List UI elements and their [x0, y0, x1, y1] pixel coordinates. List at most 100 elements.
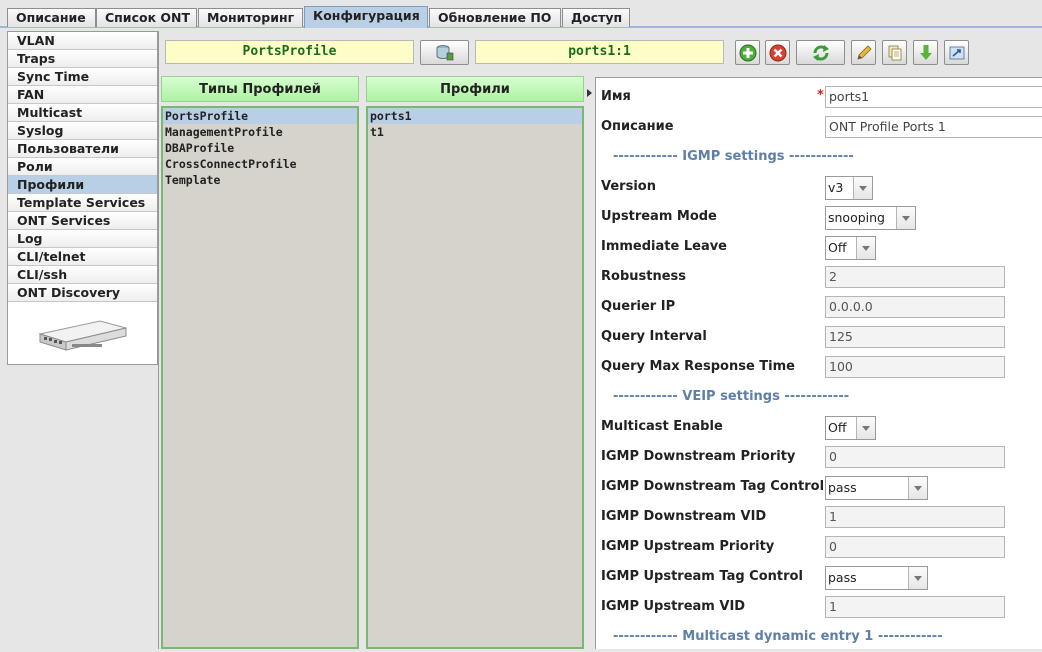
- menu-item-ont-discovery[interactable]: ONT Discovery: [8, 284, 157, 302]
- chevron-down-icon[interactable]: [908, 567, 927, 589]
- export-button[interactable]: [944, 40, 969, 65]
- igmp-us-priority-input[interactable]: 0: [825, 536, 1005, 558]
- list-item-ports-profile[interactable]: PortsProfile: [163, 108, 357, 124]
- menu-item-vlan[interactable]: VLAN: [8, 32, 157, 50]
- refresh-button[interactable]: [796, 40, 845, 65]
- olt-device-icon: [38, 320, 127, 351]
- menu-item-syslog[interactable]: Syslog: [8, 122, 157, 140]
- profile-properties: Имя * ports1 Описание ONT Profile Ports …: [595, 77, 1042, 649]
- prop-label: Query Interval: [601, 329, 707, 344]
- tab-firmware-update[interactable]: Обновление ПО: [429, 8, 561, 27]
- igmp-us-tag-select[interactable]: pass: [825, 566, 928, 590]
- edit-button[interactable]: [851, 40, 876, 65]
- database-button[interactable]: [420, 40, 469, 65]
- igmp-ds-priority-input[interactable]: 0: [825, 446, 1005, 468]
- prop-label: Query Max Response Time: [601, 359, 795, 374]
- menu-item-traps[interactable]: Traps: [8, 50, 157, 68]
- upstream-mode-select[interactable]: snooping: [825, 206, 916, 230]
- multicast-enable-select[interactable]: Off: [825, 416, 876, 440]
- igmp-ds-vid-input[interactable]: 1: [825, 506, 1005, 528]
- prop-igmp-us-vid: IGMP Upstream VID 1: [596, 592, 1042, 622]
- prop-version: Version v3: [596, 172, 1042, 202]
- export-icon: [949, 46, 964, 59]
- query-max-response-input[interactable]: 100: [825, 356, 1005, 378]
- igmp-us-tag-value: pass: [828, 570, 857, 585]
- splitter[interactable]: [587, 77, 595, 649]
- igmp-us-vid-input[interactable]: 1: [825, 596, 1005, 618]
- prop-label: Immediate Leave: [601, 239, 728, 254]
- list-item-ports1[interactable]: ports1: [368, 108, 582, 124]
- delete-button[interactable]: [765, 40, 790, 65]
- prop-igmp-ds-priority: IGMP Downstream Priority 0: [596, 442, 1042, 472]
- prop-label: Version: [601, 179, 656, 194]
- chevron-down-icon[interactable]: [856, 417, 875, 439]
- chevron-down-icon[interactable]: [896, 207, 915, 229]
- delete-icon: [769, 44, 786, 61]
- copy-button[interactable]: [882, 40, 907, 65]
- prop-label: Имя: [601, 89, 631, 104]
- prop-description: Описание ONT Profile Ports 1: [596, 112, 1042, 142]
- profile-name-field: ports1:1: [475, 40, 724, 64]
- top-tab-bar: Описание Список ONT Мониторинг Конфигура…: [0, 0, 1042, 28]
- menu-item-fan[interactable]: FAN: [8, 86, 157, 104]
- upstream-mode-value: snooping: [828, 210, 885, 225]
- collapse-arrow-icon[interactable]: [587, 89, 592, 97]
- tab-description[interactable]: Описание: [7, 8, 96, 27]
- menu-item-template-services[interactable]: Template Services: [8, 194, 157, 212]
- list-item-management-profile[interactable]: ManagementProfile: [163, 124, 357, 140]
- prop-label: Robustness: [601, 269, 687, 284]
- menu-item-profiles[interactable]: Профили: [8, 176, 157, 194]
- chevron-down-icon[interactable]: [853, 177, 872, 199]
- menu-item-log[interactable]: Log: [8, 230, 157, 248]
- name-input[interactable]: ports1: [825, 86, 1042, 108]
- list-item-cross-connect-profile[interactable]: CrossConnectProfile: [163, 156, 357, 172]
- menu-item-ont-services[interactable]: ONT Services: [8, 212, 157, 230]
- multicast-enable-value: Off: [828, 420, 847, 435]
- prop-igmp-us-priority: IGMP Upstream Priority 0: [596, 532, 1042, 562]
- tab-ont-list[interactable]: Список ONT: [96, 8, 197, 27]
- robustness-input[interactable]: 2: [825, 266, 1005, 288]
- menu-item-multicast[interactable]: Multicast: [8, 104, 157, 122]
- tab-access[interactable]: Доступ: [562, 8, 630, 27]
- prop-multicast-enable: Multicast Enable Off: [596, 412, 1042, 442]
- refresh-icon: [812, 44, 829, 61]
- prop-name: Имя * ports1: [596, 82, 1042, 112]
- version-select[interactable]: v3: [825, 176, 873, 200]
- description-input[interactable]: ONT Profile Ports 1: [825, 116, 1042, 138]
- chevron-down-icon[interactable]: [908, 477, 927, 499]
- list-item-template[interactable]: Template: [163, 172, 357, 188]
- tab-configuration[interactable]: Конфигурация: [304, 6, 428, 28]
- device-image: [8, 304, 157, 364]
- profiles-list: ports1 t1: [366, 106, 584, 649]
- database-icon: [436, 44, 453, 60]
- immediate-leave-select[interactable]: Off: [825, 236, 876, 260]
- multicast-dynamic-section-header: ------------ Multicast dynamic entry 1 -…: [613, 629, 943, 644]
- profile-type-field: PortsProfile: [165, 40, 414, 64]
- querier-ip-input[interactable]: 0.0.0.0: [825, 296, 1005, 318]
- download-button[interactable]: [913, 40, 938, 65]
- profile-types-list: PortsProfile ManagementProfile DBAProfil…: [161, 106, 359, 649]
- veip-section-header: ------------ VEIP settings ------------: [613, 389, 850, 404]
- chevron-down-icon[interactable]: [856, 237, 875, 259]
- profiles-header: Профили: [366, 76, 584, 102]
- list-item-t1[interactable]: t1: [368, 124, 582, 140]
- menu-item-cli-telnet[interactable]: CLI/telnet: [8, 248, 157, 266]
- prop-label: IGMP Upstream Tag Control: [601, 569, 803, 584]
- prop-igmp-ds-tag: IGMP Downstream Tag Control pass: [596, 472, 1042, 502]
- igmp-ds-tag-value: pass: [828, 480, 857, 495]
- menu-item-roles[interactable]: Роли: [8, 158, 157, 176]
- add-button[interactable]: [735, 40, 760, 65]
- menu-item-users[interactable]: Пользователи: [8, 140, 157, 158]
- igmp-ds-tag-select[interactable]: pass: [825, 476, 928, 500]
- immediate-leave-value: Off: [828, 240, 847, 255]
- prop-querier-ip: Querier IP 0.0.0.0: [596, 292, 1042, 322]
- edit-icon: [856, 44, 872, 60]
- prop-label: IGMP Upstream VID: [601, 599, 746, 614]
- menu-item-sync-time[interactable]: Sync Time: [8, 68, 157, 86]
- query-interval-input[interactable]: 125: [825, 326, 1005, 348]
- prop-igmp-ds-vid: IGMP Downstream VID 1: [596, 502, 1042, 532]
- prop-label: Multicast Enable: [601, 419, 723, 434]
- list-item-dba-profile[interactable]: DBAProfile: [163, 140, 357, 156]
- tab-monitoring[interactable]: Мониторинг: [198, 8, 303, 27]
- menu-item-cli-ssh[interactable]: CLI/ssh: [8, 266, 157, 284]
